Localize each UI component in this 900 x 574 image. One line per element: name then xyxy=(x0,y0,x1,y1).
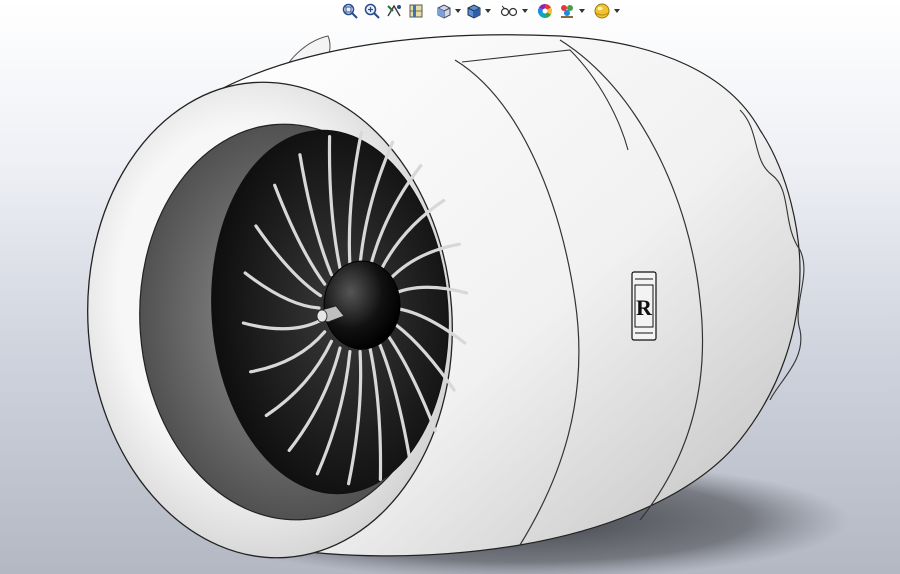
spinner-cone xyxy=(323,260,401,350)
eye-glasses-icon xyxy=(500,5,518,17)
edit-appearance-button[interactable] xyxy=(535,1,555,21)
zoom-to-area-button[interactable] xyxy=(362,1,382,21)
display-style-button[interactable] xyxy=(463,1,483,21)
zoom-to-fit-button[interactable] xyxy=(340,1,360,21)
chevron-down-icon xyxy=(455,9,461,13)
previous-view-icon xyxy=(387,4,401,17)
chevron-down-icon xyxy=(522,9,528,13)
magnifier-area-icon xyxy=(364,3,380,19)
view-orientation-dropdown[interactable] xyxy=(455,1,461,21)
chevron-down-icon xyxy=(614,9,620,13)
realview-sphere-icon xyxy=(594,3,610,19)
shaded-cube-icon xyxy=(467,4,481,19)
graphics-viewport[interactable]: R xyxy=(0,0,900,574)
view-settings-button[interactable] xyxy=(592,1,612,21)
previous-view-button[interactable] xyxy=(384,1,404,21)
color-wheel-icon xyxy=(538,4,552,18)
section-view-button[interactable] xyxy=(406,1,426,21)
display-style-dropdown[interactable] xyxy=(485,1,491,21)
engine-model-render[interactable]: R xyxy=(0,0,900,574)
chevron-down-icon xyxy=(579,9,585,13)
chevron-down-icon xyxy=(485,9,491,13)
spinner-nose xyxy=(316,309,328,323)
hide-show-items-button[interactable] xyxy=(498,1,520,21)
svg-text:R: R xyxy=(636,295,653,320)
view-orientation-button[interactable] xyxy=(433,1,453,21)
section-view-icon xyxy=(409,4,423,18)
manufacturer-logo: R xyxy=(631,271,657,341)
apply-scene-dropdown[interactable] xyxy=(579,1,585,21)
apply-scene-button[interactable] xyxy=(557,1,577,21)
magnifier-fit-icon xyxy=(342,3,358,19)
view-settings-dropdown[interactable] xyxy=(614,1,620,21)
scene-icon xyxy=(561,5,573,18)
cube-orientation-icon xyxy=(437,4,451,19)
hide-show-items-dropdown[interactable] xyxy=(522,1,528,21)
heads-up-view-toolbar xyxy=(340,0,620,22)
